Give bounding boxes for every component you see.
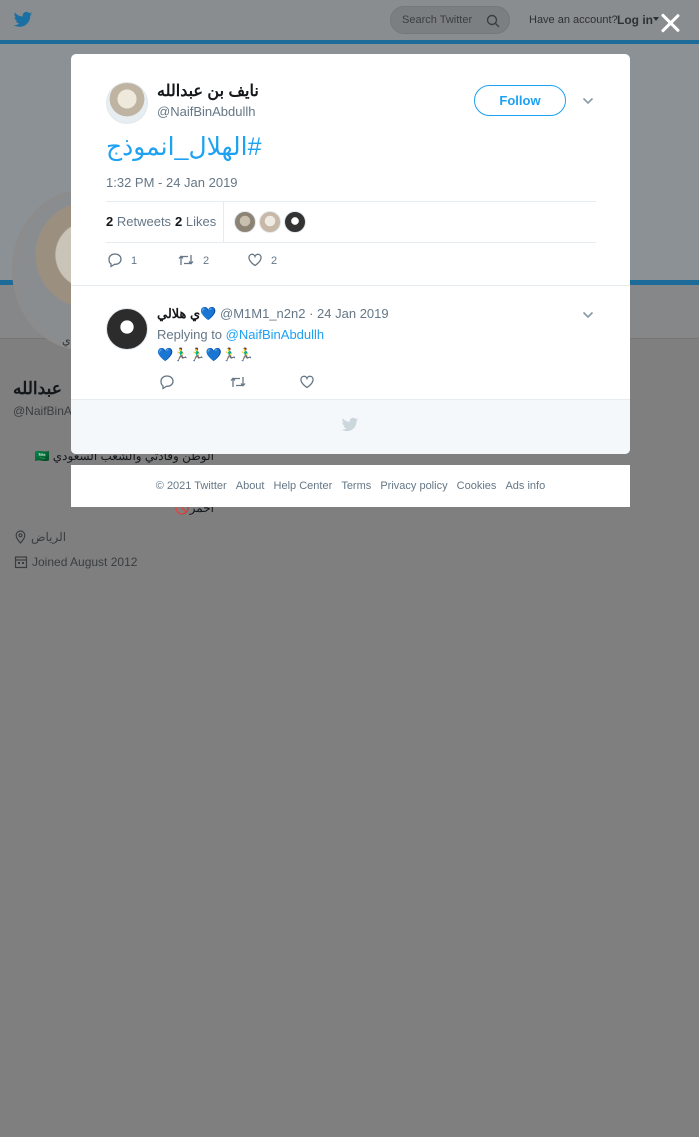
- reply-button[interactable]: [159, 374, 175, 390]
- reply-text: 💙🏃‍♂️🏃‍♂️💙🏃‍♂️🏃‍♂️: [157, 347, 255, 362]
- reply-icon: [160, 375, 174, 390]
- modal-footer: [71, 399, 630, 454]
- replying-prefix: Replying to: [157, 327, 223, 342]
- like-count: 2: [271, 255, 278, 267]
- profile-location: الرياض: [14, 530, 66, 544]
- reply-date[interactable]: · 24 Jan 2019: [309, 306, 389, 321]
- profile-joined: Joined August 2012: [14, 555, 137, 569]
- retweets-label: Retweets: [116, 214, 172, 229]
- reply-tweet[interactable]: ي هلالي💙 @M1M1_n2n2 · 24 Jan 2019 Replyi…: [71, 285, 630, 399]
- site-footer: © 2021 Twitter About Help Center Terms P…: [71, 465, 630, 507]
- likes-stat[interactable]: 2 Likes: [175, 214, 216, 229]
- tweet-stats: 2 Retweets 2 Likes: [106, 201, 596, 243]
- twitter-logo-icon: [341, 417, 359, 432]
- heart-icon: [248, 253, 262, 267]
- footer-copyright: © 2021 Twitter: [155, 480, 227, 492]
- retweets-stat[interactable]: 2 Retweets: [106, 214, 171, 229]
- like-button[interactable]: 2: [247, 252, 277, 268]
- retweet-button[interactable]: 2: [177, 252, 209, 268]
- engager-avatar[interactable]: [234, 211, 256, 233]
- calendar-icon: [14, 556, 28, 569]
- footer-link-cookies[interactable]: Cookies: [457, 480, 497, 492]
- retweet-icon: [230, 377, 246, 387]
- login-link[interactable]: Log in: [617, 13, 653, 27]
- twitter-logo-icon[interactable]: [13, 11, 33, 29]
- joined-text: Joined August 2012: [32, 555, 138, 569]
- engager-avatar[interactable]: [259, 211, 281, 233]
- location-text: الرياض: [31, 530, 67, 544]
- tweet-author-name[interactable]: نايف بن عبدالله: [157, 81, 259, 101]
- profile-name: عبدالله: [13, 379, 62, 398]
- tweet-text-hashtag[interactable]: #الهلال_انموذج: [106, 132, 262, 162]
- stats-divider: [223, 202, 224, 243]
- reply-author-avatar[interactable]: [106, 308, 148, 350]
- have-account-text: Have an account?: [529, 14, 618, 26]
- retweets-count: 2: [106, 214, 114, 229]
- avatar-caption: ي: [62, 335, 71, 347]
- footer-link-ads-info[interactable]: Ads info: [505, 480, 545, 492]
- chevron-down-icon[interactable]: [582, 95, 594, 107]
- reply-button[interactable]: 1: [107, 252, 137, 268]
- replying-to: Replying to @NaifBinAbdullh: [157, 327, 324, 342]
- search-input[interactable]: Search Twitter: [390, 6, 510, 34]
- reply-count: 1: [131, 255, 138, 267]
- heart-icon: [300, 375, 314, 389]
- tweet-permalink-modal: نايف بن عبدالله @NaifBinAbdullh Follow #…: [71, 54, 630, 454]
- search-placeholder: Search Twitter: [402, 14, 473, 26]
- footer-link-help-center[interactable]: Help Center: [274, 480, 333, 492]
- tweet-timestamp: 1:32 PM - 24 Jan 2019: [106, 175, 238, 190]
- reply-header: ي هلالي💙 @M1M1_n2n2 · 24 Jan 2019: [157, 306, 389, 322]
- follow-button[interactable]: Follow: [474, 85, 566, 116]
- search-icon[interactable]: [486, 14, 500, 28]
- reply-author-name[interactable]: ي هلالي💙: [157, 306, 216, 321]
- footer-link-terms[interactable]: Terms: [341, 480, 371, 492]
- retweet-count: 2: [203, 255, 210, 267]
- tweet-author-avatar[interactable]: [106, 82, 148, 124]
- footer-link-privacy[interactable]: Privacy policy: [380, 480, 447, 492]
- replying-to-link[interactable]: @NaifBinAbdullh: [226, 327, 324, 342]
- footer-link-about[interactable]: About: [236, 480, 265, 492]
- engager-avatar[interactable]: [284, 211, 306, 233]
- reply-icon: [108, 253, 122, 268]
- retweet-button[interactable]: [229, 374, 247, 390]
- profile-handle[interactable]: @NaifBinA: [13, 404, 72, 418]
- chevron-down-icon[interactable]: [582, 309, 594, 321]
- location-pin-icon: [15, 530, 26, 544]
- like-button[interactable]: [299, 374, 315, 390]
- top-navigation-bar: Search Twitter Have an account? Log in: [0, 0, 699, 40]
- likes-label: Likes: [185, 214, 217, 229]
- close-icon[interactable]: [657, 10, 683, 36]
- tweet-author-handle[interactable]: @NaifBinAbdullh: [157, 104, 255, 119]
- reply-author-handle[interactable]: @M1M1_n2n2: [220, 306, 305, 321]
- likes-count: 2: [175, 214, 183, 229]
- footer-links: © 2021 Twitter About Help Center Terms P…: [71, 480, 630, 492]
- retweet-icon: [178, 255, 194, 265]
